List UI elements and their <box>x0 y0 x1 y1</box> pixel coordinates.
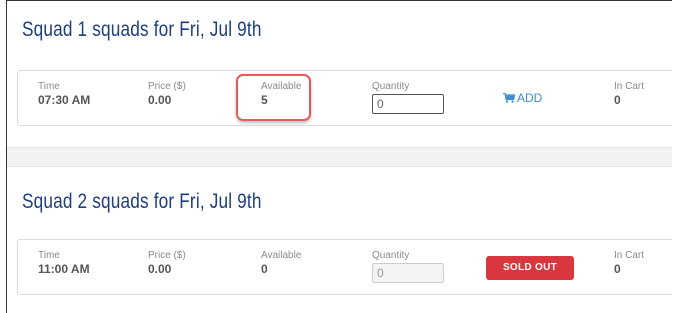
section-divider <box>7 147 672 167</box>
in-cart-label: In Cart <box>614 250 645 261</box>
in-cart-cell: In Cart 0 <box>614 250 644 277</box>
quantity-label: Quantity <box>372 81 410 92</box>
price-cell: Price ($) 0.00 <box>148 250 186 277</box>
sold-out-badge: SOLD OUT <box>486 256 574 280</box>
available-label: Available <box>261 81 302 92</box>
quantity-cell: Quantity <box>372 81 444 114</box>
cart-icon <box>503 93 515 103</box>
in-cart-value: 0 <box>614 262 621 276</box>
price-cell: Price ($) 0.00 <box>148 81 186 108</box>
time-label: Time <box>38 250 60 261</box>
time-value: 07:30 AM <box>38 93 91 107</box>
squad-1-row: Time 07:30 AM Price ($) 0.00 Available 5… <box>17 70 672 126</box>
available-value: 0 <box>261 262 268 276</box>
content-frame: Squad 1 squads for Fri, Jul 9th Time 07:… <box>6 0 672 313</box>
in-cart-value: 0 <box>614 93 621 107</box>
available-cell: Available 0 <box>261 250 301 277</box>
time-cell: Time 11:00 AM <box>38 250 90 277</box>
squad-2-title: Squad 2 squads for Fri, Jul 9th <box>22 190 262 213</box>
squad-1-title: Squad 1 squads for Fri, Jul 9th <box>22 18 262 41</box>
quantity-input[interactable] <box>372 94 444 114</box>
squad-2-row: Time 11:00 AM Price ($) 0.00 Available 0… <box>17 239 672 295</box>
squad-2-section: Squad 2 squads for Fri, Jul 9th Time 11:… <box>7 167 672 313</box>
in-cart-cell: In Cart 0 <box>614 81 644 108</box>
in-cart-label: In Cart <box>614 81 645 92</box>
price-label: Price ($) <box>148 250 186 261</box>
squad-1-section: Squad 1 squads for Fri, Jul 9th Time 07:… <box>7 1 672 147</box>
add-to-cart-button[interactable]: ADD <box>503 91 542 105</box>
price-label: Price ($) <box>148 81 186 92</box>
time-cell: Time 07:30 AM <box>38 81 90 108</box>
available-value: 5 <box>261 93 268 107</box>
quantity-input-disabled <box>372 263 444 283</box>
time-label: Time <box>38 81 60 92</box>
quantity-label: Quantity <box>372 250 410 261</box>
add-label: ADD <box>517 91 543 105</box>
time-value: 11:00 AM <box>38 262 90 276</box>
price-value: 0.00 <box>148 93 172 107</box>
quantity-cell: Quantity <box>372 250 444 283</box>
available-cell: Available 5 <box>261 81 301 108</box>
available-label: Available <box>261 250 302 261</box>
price-value: 0.00 <box>148 262 172 276</box>
